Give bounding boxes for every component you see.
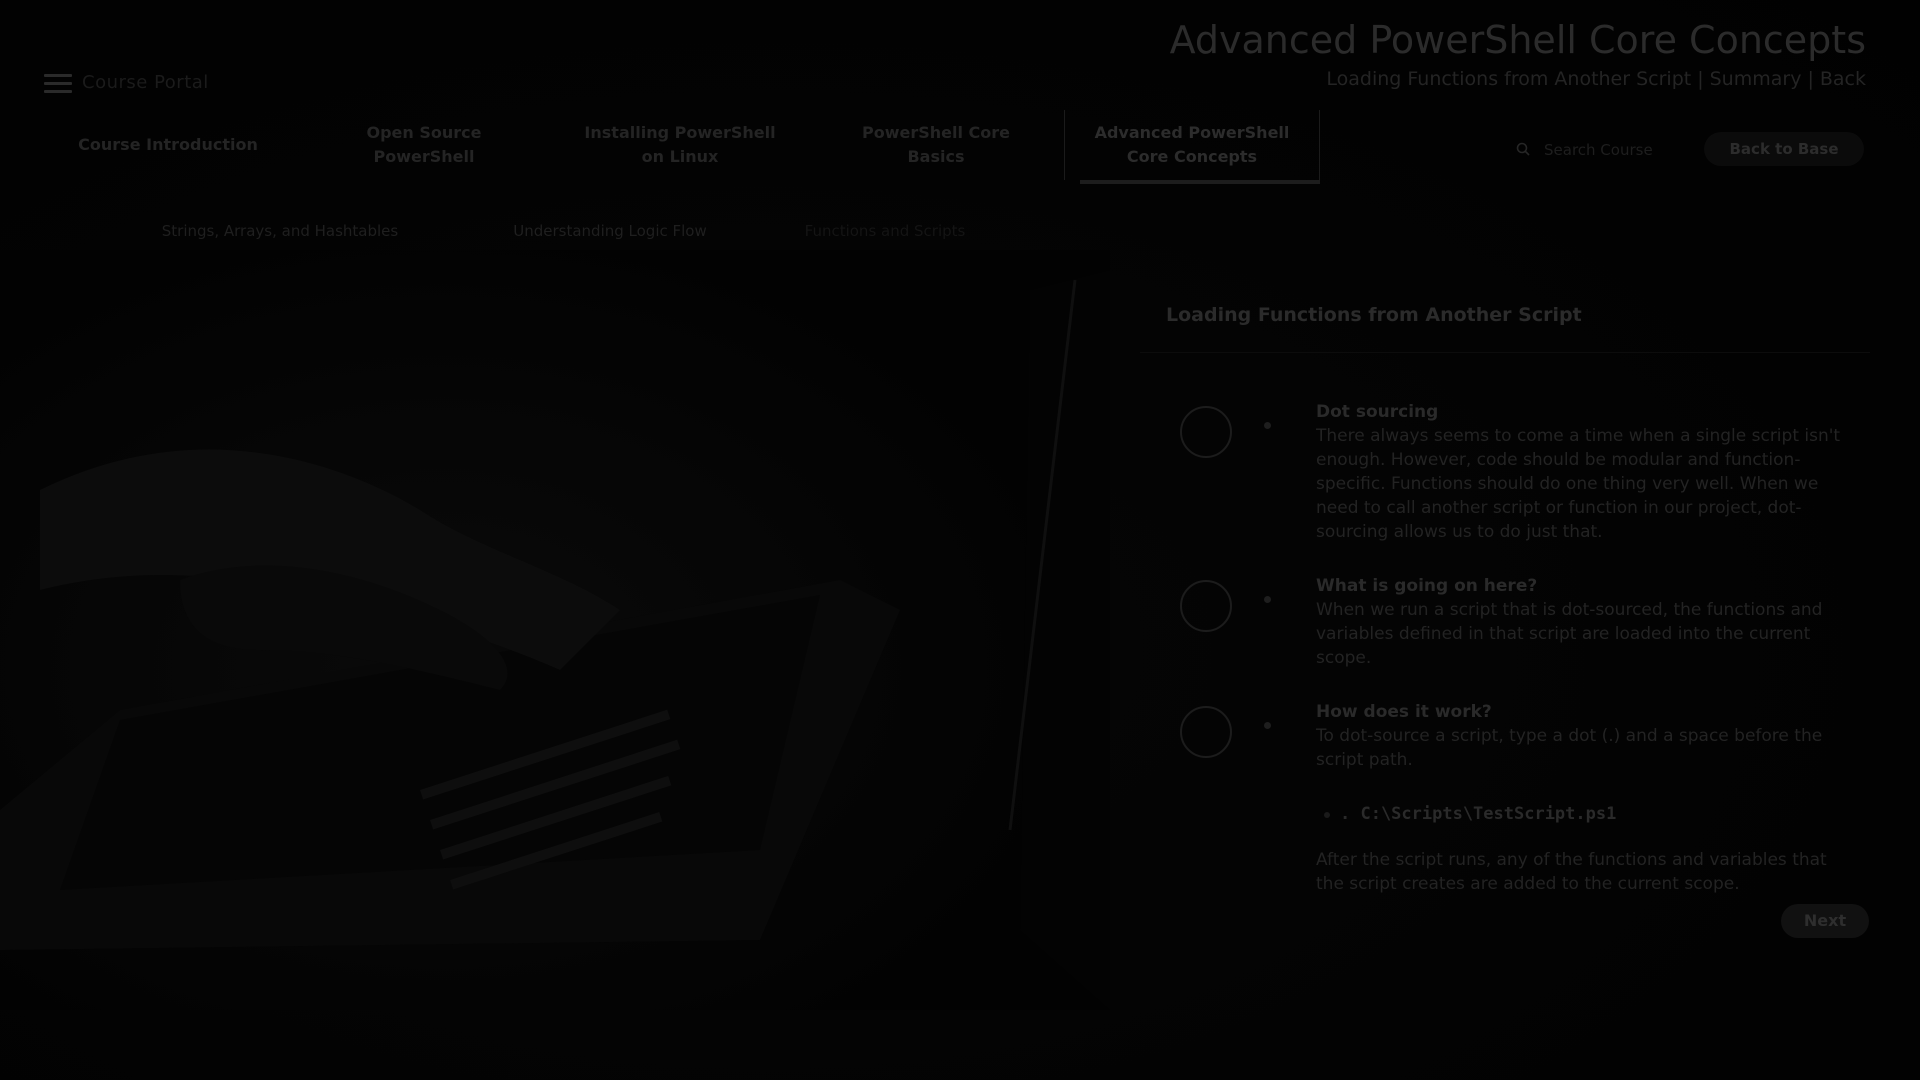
breadcrumb: Loading Functions from Another Script | Su…: [1326, 68, 1866, 90]
lesson-tab-functions[interactable]: Functions and Scripts: [760, 222, 1010, 240]
search-placeholder: Search Course: [1544, 141, 1653, 159]
item-heading: How does it work?: [1316, 702, 1492, 722]
search-icon: [1516, 142, 1530, 156]
module-tab-powershell-core-basics[interactable]: PowerShell Core Basics: [808, 110, 1064, 180]
lesson-tab-logic-flow[interactable]: Understanding Logic Flow: [460, 222, 760, 240]
breadcrumb-item[interactable]: Back: [1820, 68, 1866, 90]
module-tabs: Course Introduction Open Source PowerShe…: [40, 110, 1320, 180]
search-input[interactable]: Search Course: [1510, 134, 1678, 168]
item-text: After the script runs, any of the functi…: [1316, 850, 1827, 894]
breadcrumb-item[interactable]: Loading Functions from Another Script: [1326, 68, 1691, 90]
module-tab-course-introduction[interactable]: Course Introduction: [40, 110, 296, 180]
bullet: [1324, 812, 1330, 818]
laptop-photo: [0, 250, 1110, 1010]
item-body: How does it work? To dot-source a script…: [1316, 700, 1856, 772]
item-body: Dot sourcing There always seems to come …: [1316, 400, 1856, 544]
gear-icon: [1180, 706, 1232, 758]
module-tab-open-source-powershell[interactable]: Open Source PowerShell: [296, 110, 552, 180]
brand-label: Course Portal: [82, 72, 209, 93]
lesson-tabs: Strings, Arrays, and Hashtables Understa…: [100, 222, 1010, 240]
module-tab-advanced-powershell[interactable]: Advanced PowerShell Core Concepts: [1064, 110, 1320, 180]
page-title: Advanced PowerShell Core Concepts: [1169, 18, 1866, 62]
question-icon: [1180, 580, 1232, 632]
next-button[interactable]: Next: [1781, 904, 1869, 938]
back-to-base-button[interactable]: Back to Base: [1704, 132, 1864, 166]
code-icon: [1180, 406, 1232, 458]
code-snippet: . C:\Scripts\TestScript.ps1: [1340, 804, 1617, 824]
breadcrumb-item[interactable]: Summary: [1710, 68, 1802, 90]
divider: [1140, 352, 1870, 353]
bullet: [1264, 596, 1271, 603]
lesson-tab-strings[interactable]: Strings, Arrays, and Hashtables: [100, 222, 460, 240]
bullet: [1264, 422, 1271, 429]
menu-icon[interactable]: [44, 74, 72, 94]
module-tab-installing-powershell[interactable]: Installing PowerShell on Linux: [552, 110, 808, 180]
active-tab-indicator: [1080, 180, 1320, 184]
bullet: [1264, 722, 1271, 729]
item-heading: Dot sourcing: [1316, 402, 1439, 422]
item-text: There always seems to come a time when a…: [1316, 426, 1841, 542]
item-heading: What is going on here?: [1316, 576, 1538, 596]
screen-dim-overlay: Course Portal Advanced PowerShell Core C…: [0, 0, 1920, 1080]
item-body: What is going on here? When we run a scr…: [1316, 574, 1856, 670]
item-text: To dot-source a script, type a dot (.) a…: [1316, 726, 1823, 770]
item-text: When we run a script that is dot-sourced…: [1316, 600, 1823, 668]
panel-title: Loading Functions from Another Script: [1166, 304, 1582, 326]
